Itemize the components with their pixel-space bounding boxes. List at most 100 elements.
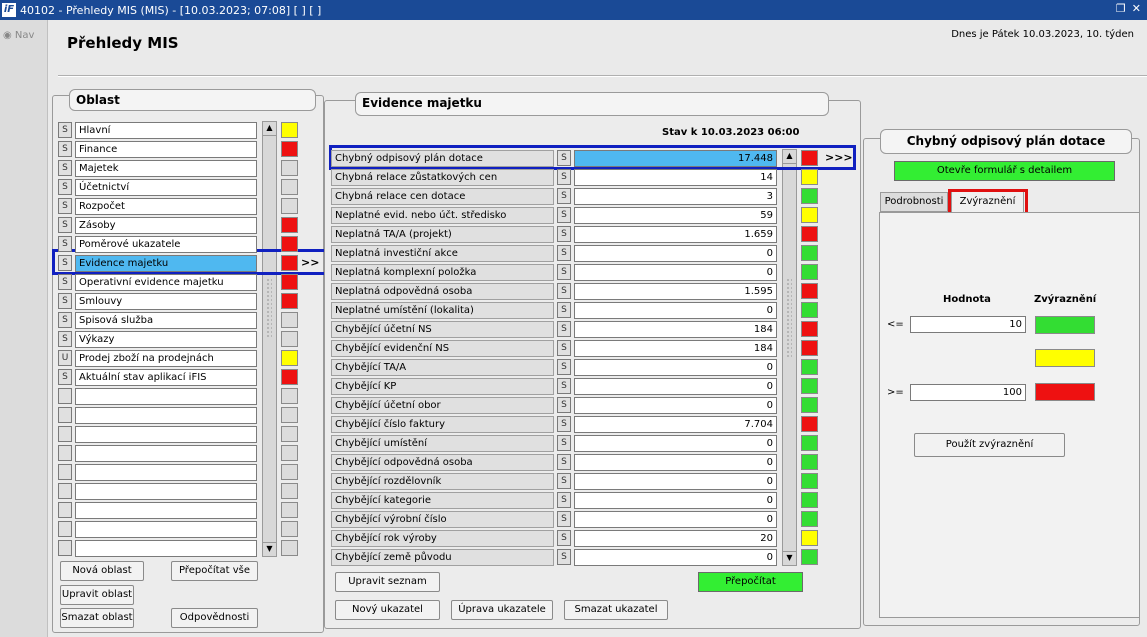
evidence-row-value[interactable]: 0 [574, 301, 777, 319]
smazat-oblast-button[interactable]: Smazat oblast [60, 608, 134, 628]
evidence-row[interactable]: Chybějící KP S 0 [331, 377, 777, 395]
oblast-row-label[interactable] [75, 463, 257, 481]
novy-ukazatel-button[interactable]: Nový ukazatel [335, 600, 440, 620]
evidence-row[interactable]: Chybějící výrobní číslo S 0 [331, 510, 777, 528]
oblast-row-label[interactable]: Spisová služba [75, 311, 257, 329]
oblast-scrollbar[interactable]: ▲ ▼ [262, 121, 277, 557]
evidence-row-value[interactable]: 0 [574, 396, 777, 414]
evidence-row-value[interactable]: 0 [574, 491, 777, 509]
evidence-row[interactable]: Chybějící umístění S 0 [331, 434, 777, 452]
oblast-row[interactable]: S Evidence majetku [58, 254, 257, 272]
oblast-row[interactable] [58, 406, 257, 424]
evidence-row[interactable]: Chybějící rozdělovník S 0 [331, 472, 777, 490]
oblast-row-label[interactable]: Výkazy [75, 330, 257, 348]
close-window-icon[interactable]: ✕ [1132, 2, 1141, 15]
ev-scroll-down-icon[interactable]: ▼ [783, 551, 796, 565]
evidence-row-value[interactable]: 0 [574, 244, 777, 262]
oblast-row[interactable]: S Zásoby [58, 216, 257, 234]
ge-value-input[interactable]: 100 [910, 384, 1026, 401]
evidence-row-value[interactable]: 1.595 [574, 282, 777, 300]
oblast-row-label[interactable] [75, 482, 257, 500]
evidence-row-value[interactable]: 0 [574, 434, 777, 452]
oblast-row[interactable] [58, 482, 257, 500]
evidence-row[interactable]: Chybějící číslo faktury S 7.704 [331, 415, 777, 433]
oblast-row-label[interactable]: Operativní evidence majetku [75, 273, 257, 291]
upravit-seznam-button[interactable]: Upravit seznam [335, 572, 440, 592]
smazat-ukazatel-button[interactable]: Smazat ukazatel [564, 600, 668, 620]
restore-window-icon[interactable]: ❐ [1116, 2, 1126, 15]
oblast-row-label[interactable] [75, 539, 257, 557]
evidence-row-value[interactable]: 7.704 [574, 415, 777, 433]
evidence-row-value[interactable]: 184 [574, 320, 777, 338]
oblast-row[interactable]: S Účetnictví [58, 178, 257, 196]
oblast-row[interactable]: S Finance [58, 140, 257, 158]
oblast-row[interactable]: S Majetek [58, 159, 257, 177]
evidence-row[interactable]: Chybný odpisový plán dotace S 17.448 [331, 149, 777, 167]
oblast-row-label[interactable]: Evidence majetku [75, 254, 257, 272]
oblast-row-label[interactable]: Finance [75, 140, 257, 158]
oblast-row-label[interactable] [75, 520, 257, 538]
oblast-row[interactable] [58, 501, 257, 519]
evidence-row-value[interactable]: 0 [574, 510, 777, 528]
evidence-row-value[interactable]: 0 [574, 548, 777, 566]
oblast-row[interactable] [58, 425, 257, 443]
oblast-row-label[interactable]: Zásoby [75, 216, 257, 234]
evidence-row[interactable]: Chybějící země původu S 0 [331, 548, 777, 566]
nova-oblast-button[interactable]: Nová oblast [60, 561, 144, 581]
tab-podrobnosti[interactable]: Podrobnosti [880, 192, 948, 212]
oblast-row-label[interactable]: Rozpočet [75, 197, 257, 215]
mid-color-swatch[interactable] [1035, 349, 1095, 367]
evidence-row-value[interactable]: 0 [574, 358, 777, 376]
evidence-row[interactable]: Neplatné umístění (lokalita) S 0 [331, 301, 777, 319]
oblast-row-label[interactable]: Aktuální stav aplikací iFIS [75, 368, 257, 386]
evidence-row[interactable]: Chybějící evidenční NS S 184 [331, 339, 777, 357]
evidence-row-value[interactable]: 17.448 [574, 149, 777, 167]
evidence-row[interactable]: Chybějící TA/A S 0 [331, 358, 777, 376]
oblast-row[interactable]: S Spisová služba [58, 311, 257, 329]
oblast-row[interactable]: S Výkazy [58, 330, 257, 348]
upravit-oblast-button[interactable]: Upravit oblast [60, 585, 134, 605]
oblast-row-label[interactable] [75, 406, 257, 424]
oblast-row[interactable] [58, 520, 257, 538]
evidence-row[interactable]: Chybějící účetní obor S 0 [331, 396, 777, 414]
evidence-row[interactable]: Neplatná odpovědná osoba S 1.595 [331, 282, 777, 300]
evidence-row[interactable]: Chybějící rok výroby S 20 [331, 529, 777, 547]
oblast-row[interactable]: S Poměrové ukazatele [58, 235, 257, 253]
evidence-row[interactable]: Chybná relace cen dotace S 3 [331, 187, 777, 205]
nav-toggle[interactable]: ◉ Nav [3, 30, 34, 41]
oblast-row-label[interactable]: Účetnictví [75, 178, 257, 196]
evidence-row-value[interactable]: 184 [574, 339, 777, 357]
evidence-row-value[interactable]: 0 [574, 453, 777, 471]
evidence-row[interactable]: Chybná relace zůstatkových cen S 14 [331, 168, 777, 186]
oblast-row[interactable]: S Smlouvy [58, 292, 257, 310]
oblast-row-label[interactable]: Smlouvy [75, 292, 257, 310]
oblast-row-label[interactable] [75, 501, 257, 519]
evidence-row-value[interactable]: 0 [574, 263, 777, 281]
evidence-row-value[interactable]: 59 [574, 206, 777, 224]
oblast-row[interactable]: S Aktuální stav aplikací iFIS [58, 368, 257, 386]
oblast-row[interactable]: S Hlavní [58, 121, 257, 139]
oblast-row-label[interactable] [75, 387, 257, 405]
oblast-row-label[interactable] [75, 425, 257, 443]
oblast-row-label[interactable]: Poměrové ukazatele [75, 235, 257, 253]
oblast-row[interactable] [58, 387, 257, 405]
evidence-row-value[interactable]: 20 [574, 529, 777, 547]
oblast-row[interactable] [58, 463, 257, 481]
evidence-row[interactable]: Neplatná TA/A (projekt) S 1.659 [331, 225, 777, 243]
evidence-row[interactable]: Neplatné evid. nebo účt. středisko S 59 [331, 206, 777, 224]
evidence-row-value[interactable]: 0 [574, 472, 777, 490]
evidence-row[interactable]: Neplatná investiční akce S 0 [331, 244, 777, 262]
evidence-row-value[interactable]: 1.659 [574, 225, 777, 243]
scroll-down-icon[interactable]: ▼ [263, 542, 276, 556]
open-detail-button[interactable]: Otevře formulář s detailem [894, 161, 1115, 181]
scroll-up-icon[interactable]: ▲ [263, 122, 276, 136]
oblast-row[interactable]: U Prodej zboží na prodejnách [58, 349, 257, 367]
prepocitat-button[interactable]: Přepočítat [698, 572, 803, 592]
odpovednosti-button[interactable]: Odpovědnosti [171, 608, 258, 628]
evidence-row[interactable]: Chybějící odpovědná osoba S 0 [331, 453, 777, 471]
low-color-swatch[interactable] [1035, 316, 1095, 334]
prepocitat-vse-button[interactable]: Přepočítat vše [171, 561, 258, 581]
oblast-row-label[interactable]: Hlavní [75, 121, 257, 139]
oblast-row-label[interactable] [75, 444, 257, 462]
oblast-row[interactable] [58, 444, 257, 462]
